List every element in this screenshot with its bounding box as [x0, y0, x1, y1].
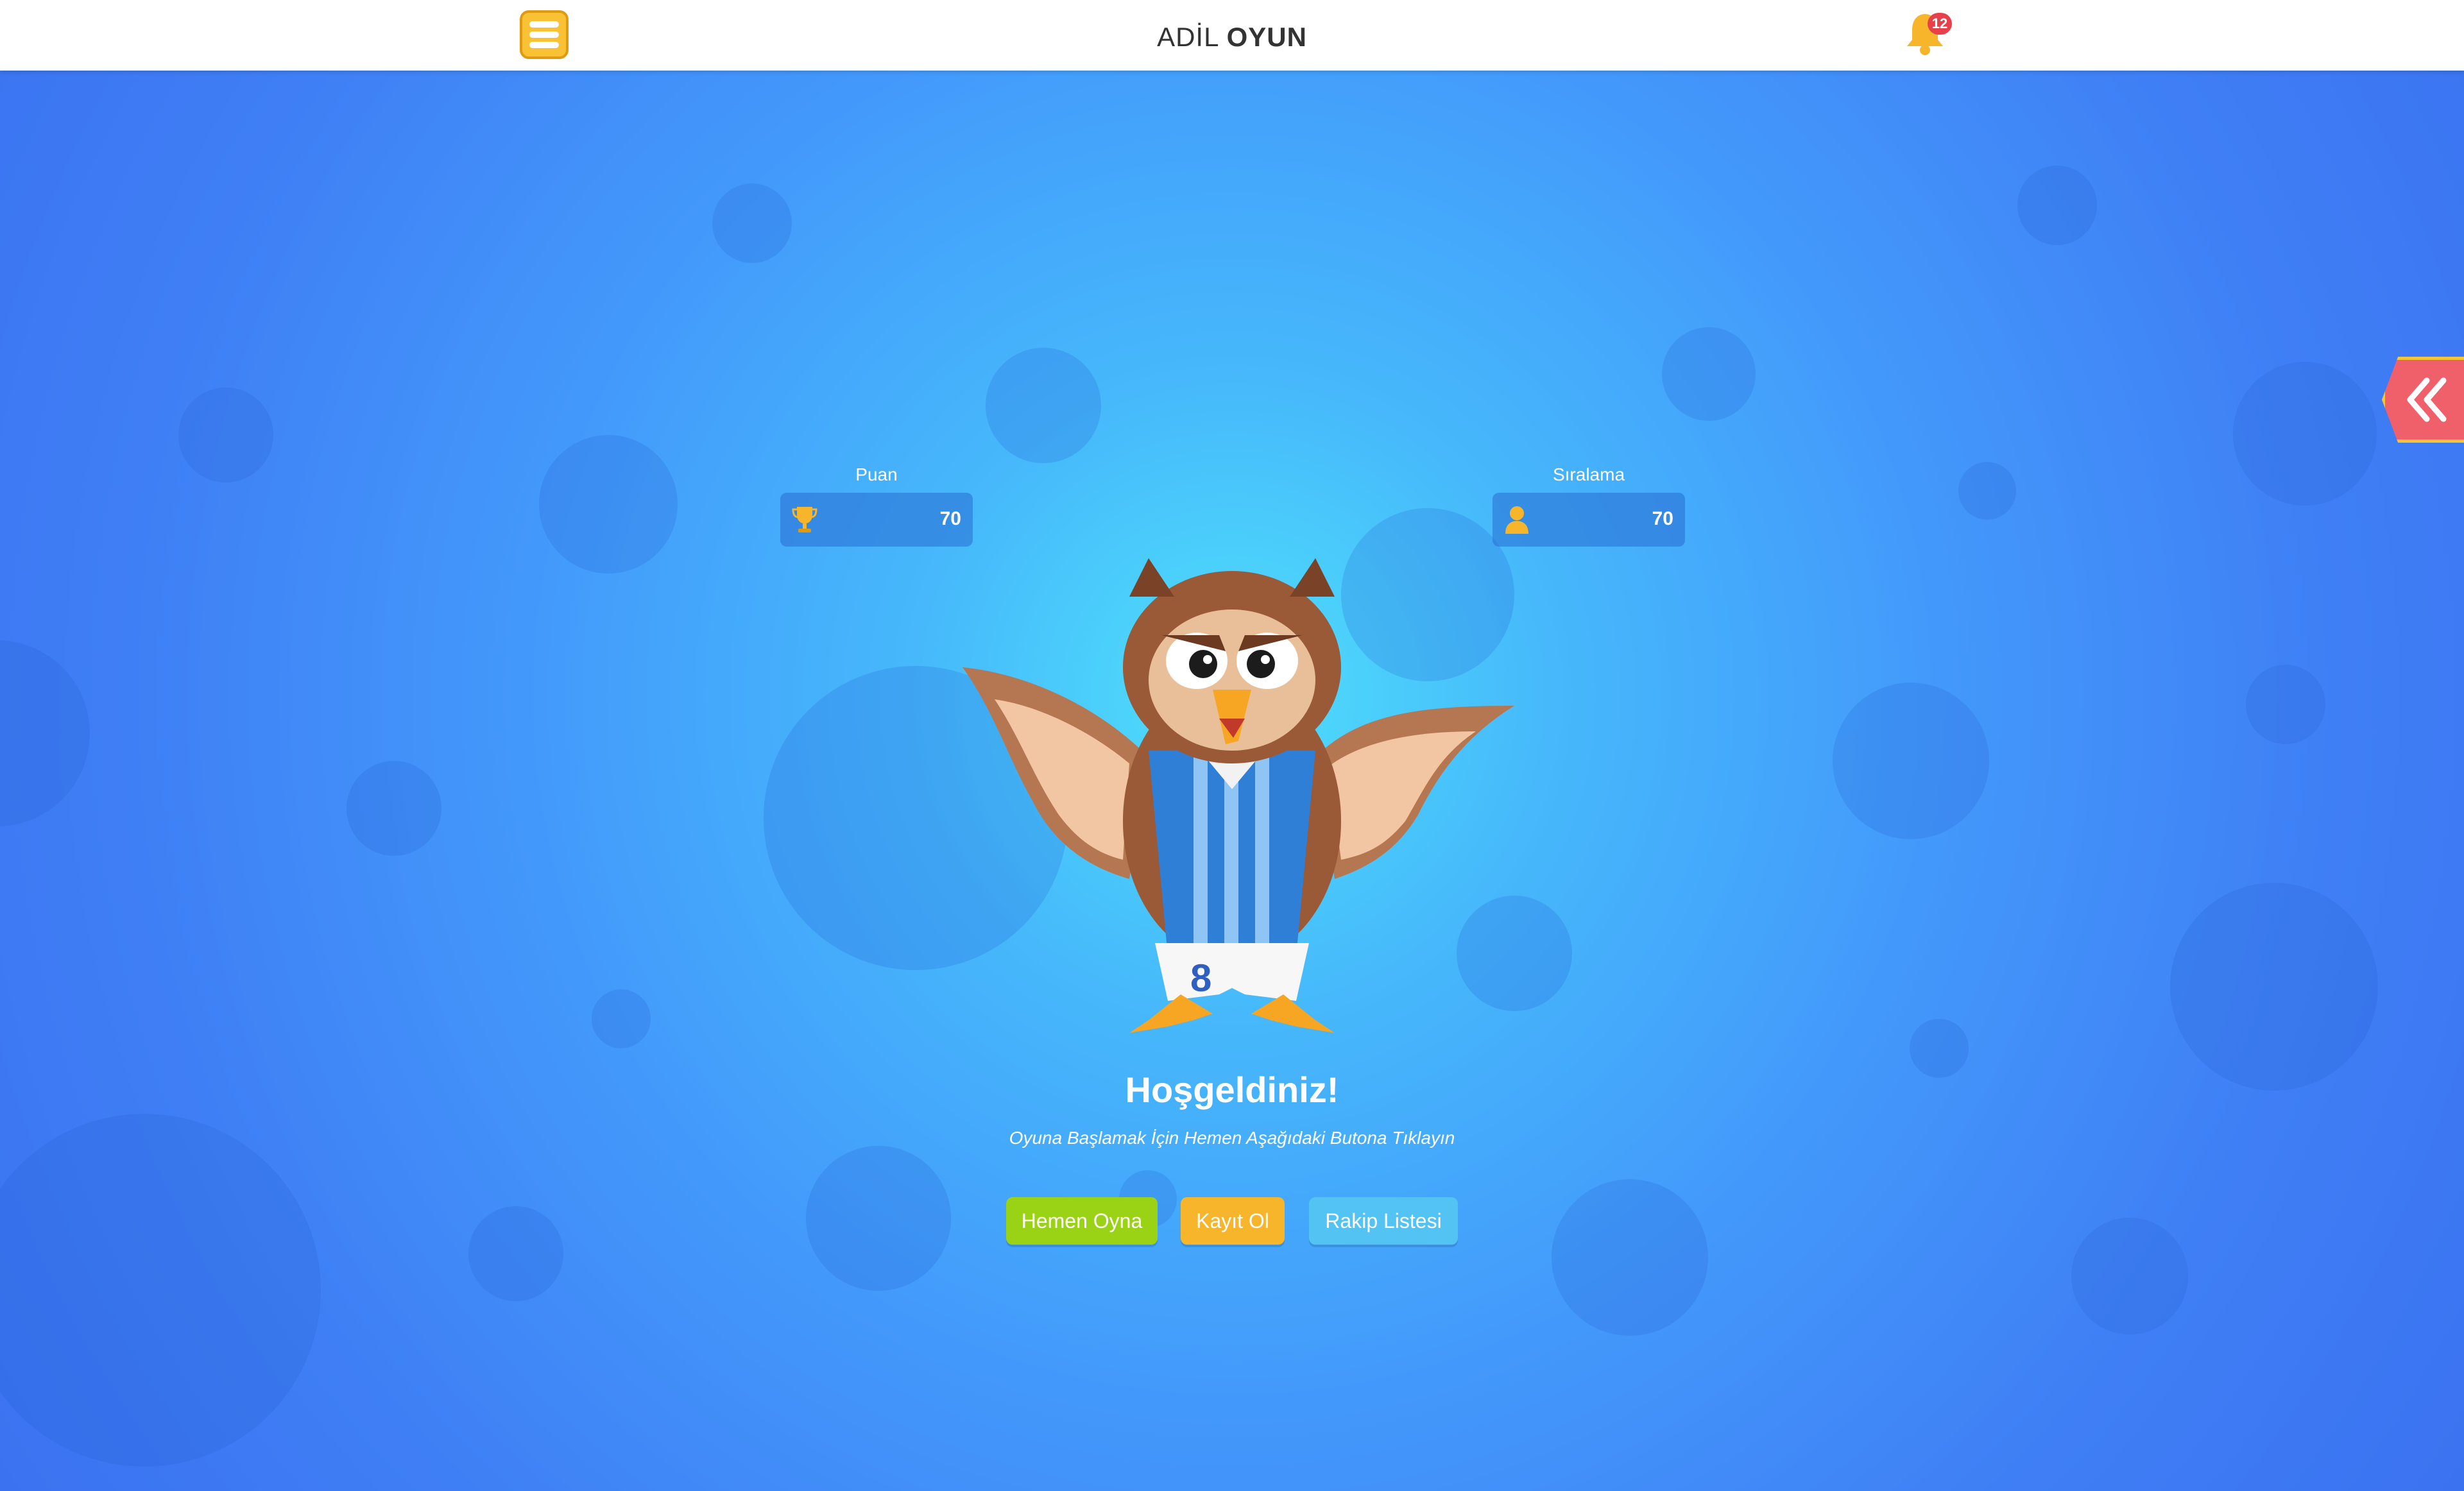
bubble-decoration	[2071, 1218, 2188, 1334]
menu-button[interactable]	[520, 10, 569, 59]
rank-value: 70	[1652, 508, 1673, 529]
rank-box: 70	[1493, 493, 1685, 547]
bubble-decoration	[539, 435, 678, 574]
bubble-decoration	[2170, 883, 2378, 1091]
bubble-decoration	[986, 348, 1101, 463]
side-panel-toggle[interactable]	[2382, 357, 2464, 443]
bubble-decoration	[0, 640, 90, 826]
welcome-title: Hoşgeldiniz!	[1125, 1069, 1339, 1110]
owl-mascot-illustration: 8	[963, 558, 1514, 1033]
bubble-decoration	[2246, 665, 2325, 744]
rank-label: Sıralama	[1552, 464, 1625, 484]
bubble-decoration	[2017, 166, 2097, 245]
score-box: 70	[780, 493, 973, 547]
hamburger-icon-line	[529, 21, 559, 28]
hamburger-icon-line	[529, 42, 559, 48]
play-now-button[interactable]: Hemen Oyna	[1006, 1197, 1158, 1245]
bubble-decoration	[346, 761, 441, 856]
top-bar: ADİL OYUN 12	[0, 0, 2464, 71]
notification-badge: 12	[1928, 13, 1952, 35]
welcome-subtitle: Oyuna Başlamak İçin Hemen Aşağıdaki Buto…	[1009, 1128, 1455, 1148]
game-stage: Puan 70 Sıralama 70 8 Hoşgeldiniz! Oyuna…	[0, 71, 2464, 1491]
jersey-number: 8	[1190, 957, 1211, 1000]
bubble-decoration	[1958, 462, 2016, 520]
trophy-icon	[792, 507, 817, 532]
bubble-decoration	[2233, 362, 2377, 506]
user-icon	[1505, 506, 1528, 534]
bubble-decoration	[468, 1206, 563, 1301]
bubble-decoration	[592, 989, 651, 1048]
brand-light: ADİL	[1157, 22, 1219, 52]
hamburger-icon-line	[529, 31, 559, 38]
bubble-decoration	[0, 1114, 321, 1467]
bubble-decoration	[1662, 327, 1756, 421]
register-button[interactable]: Kayıt Ol	[1181, 1197, 1285, 1245]
opponent-list-button[interactable]: Rakip Listesi	[1309, 1197, 1458, 1245]
bubble-decoration	[806, 1146, 951, 1291]
bubble-decoration	[1910, 1019, 1969, 1078]
bubble-decoration	[178, 388, 273, 482]
brand-title: ADİL OYUN	[1072, 22, 1392, 53]
bubble-decoration	[1552, 1179, 1708, 1336]
brand-bold: OYUN	[1226, 22, 1307, 52]
double-chevron-left-icon	[2407, 377, 2447, 422]
score-label: Puan	[855, 464, 898, 484]
bubble-decoration	[712, 183, 792, 263]
bubble-decoration	[1833, 683, 1989, 839]
score-value: 70	[939, 508, 961, 529]
